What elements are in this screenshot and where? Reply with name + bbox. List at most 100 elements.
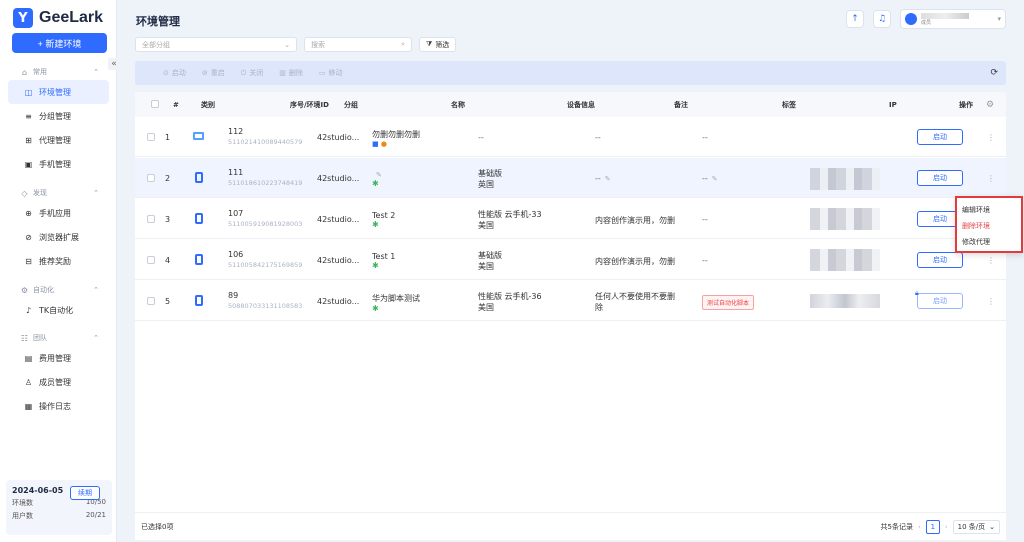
- start-button[interactable]: 启动: [917, 129, 963, 145]
- row-device: --: [478, 133, 484, 142]
- row-checkbox[interactable]: [147, 215, 155, 223]
- row-note: 内容创作演示用，勿删: [595, 257, 675, 266]
- row-env-id[interactable]: 511005919081928003: [228, 220, 302, 228]
- table-row[interactable]: 5 89 508807033131108583 42studio... 华为脚本测…: [135, 281, 1006, 321]
- android-icon: ✱: [372, 304, 379, 313]
- more-icon[interactable]: ⋮: [987, 133, 995, 142]
- row-env-id[interactable]: 511021410089440579: [228, 138, 302, 146]
- row-device: 基础版: [478, 251, 502, 260]
- sidebar-item-tk-automation[interactable]: ♪ TK自动化: [8, 298, 109, 322]
- row-group: 42studio...: [317, 133, 360, 142]
- row-num: 5: [165, 297, 171, 306]
- ip-blurred: [810, 208, 880, 230]
- row-env-id[interactable]: 508807033131108583: [228, 302, 302, 310]
- row-checkbox[interactable]: [147, 174, 155, 182]
- next-page-icon[interactable]: ›: [945, 523, 948, 531]
- more-icon[interactable]: ⋮: [987, 297, 995, 306]
- ip-blurred: [810, 249, 880, 271]
- filter-button[interactable]: ⧩ 筛选: [419, 37, 457, 52]
- phone-icon: [195, 172, 203, 183]
- page-number[interactable]: 1: [925, 519, 940, 534]
- menu-change-proxy[interactable]: 修改代理: [957, 234, 1021, 250]
- members-icon: ♙: [24, 377, 33, 387]
- group-select[interactable]: 全部分组 ⌄: [135, 37, 297, 52]
- group-title[interactable]: ☷ 团队 ⌃: [0, 330, 117, 346]
- sidebar-item-rewards[interactable]: ⊟ 推荐奖励: [8, 249, 109, 273]
- more-icon[interactable]: ⋮: [987, 174, 995, 183]
- chevron-up-icon: ⌃: [93, 334, 99, 342]
- bell-icon[interactable]: ♫: [873, 10, 891, 28]
- automation-icon: ⚙: [20, 285, 29, 295]
- log-icon: ▦: [24, 401, 33, 411]
- sidebar-item-phones[interactable]: ▣ 手机管理: [8, 152, 109, 176]
- edit-icon[interactable]: ✎: [376, 171, 382, 179]
- sidebar-item-apps[interactable]: ⊕ 手机应用: [8, 201, 109, 225]
- select-all-checkbox[interactable]: [151, 99, 159, 108]
- sidebar: Y GeeLark + 新建环境 « ⌂ 常用 ⌃ ◫ 环境管理 ≡ 分组管理 ⊞ 代理管…: [0, 0, 120, 542]
- table-row[interactable]: 3 107 511005919081928003 42studio... Test…: [135, 199, 1006, 239]
- row-name: 华为脚本测试: [372, 294, 420, 303]
- page-size-select[interactable]: 10 条/页 ⌄: [952, 519, 1000, 534]
- row-region: 美国: [478, 303, 494, 312]
- refresh-icon[interactable]: ⟳: [990, 68, 998, 78]
- logo[interactable]: Y GeeLark: [13, 8, 103, 28]
- nav-group-discover: ◇ 发现 ⌃ ⊕ 手机应用 ⊘ 浏览器扩展 ⊟ 推荐奖励: [0, 185, 117, 273]
- table-row[interactable]: 1 112 511021410089440579 42studio... 勿删勿删…: [135, 117, 1006, 157]
- start-button[interactable]: 启动: [917, 252, 963, 268]
- menu-delete-env[interactable]: 删除环境: [957, 218, 1021, 234]
- row-note: --: [595, 133, 601, 142]
- chevron-up-icon: ⌃: [93, 68, 99, 76]
- user-count-row: 用户数 20/21: [12, 511, 106, 520]
- edit-icon[interactable]: ✎: [605, 175, 611, 183]
- pagination: 共5条记录 ‹ 1 › 10 条/页 ⌄: [880, 519, 1000, 534]
- sidebar-item-billing[interactable]: ▤ 费用管理: [8, 346, 109, 370]
- play-icon: ⊙: [163, 69, 169, 77]
- sidebar-item-logs[interactable]: ▦ 操作日志: [8, 394, 109, 418]
- group-title[interactable]: ◇ 发现 ⌃: [0, 185, 117, 201]
- batch-move-button[interactable]: ▭ 移动: [319, 68, 343, 78]
- sidebar-item-groups[interactable]: ≡ 分组管理: [8, 104, 109, 128]
- batch-start-button[interactable]: ⊙ 启动: [163, 68, 186, 78]
- nav-group-automation: ⚙ 自动化 ⌃ ♪ TK自动化: [0, 282, 117, 322]
- chevron-up-icon: ⌃: [93, 189, 99, 197]
- row-env-id[interactable]: 511018610223748419: [228, 179, 302, 187]
- filter-bar: 全部分组 ⌄ 搜索 ⌕ ⧩ 筛选: [135, 37, 457, 52]
- total-records: 共5条记录: [880, 522, 913, 531]
- upload-icon[interactable]: ↑: [846, 10, 864, 28]
- renew-button[interactable]: 续期: [70, 486, 100, 500]
- start-button[interactable]: 启动: [917, 170, 963, 186]
- sidebar-item-env[interactable]: ◫ 环境管理: [8, 80, 109, 104]
- user-menu[interactable]: 成员 ▾: [900, 9, 1006, 29]
- android-icon: ✱: [372, 261, 379, 270]
- table-row[interactable]: 4 106 511005842175169859 42studio... Test…: [135, 240, 1006, 280]
- avatar: [905, 13, 917, 25]
- search-input[interactable]: 搜索 ⌕: [304, 37, 412, 52]
- sidebar-item-members[interactable]: ♙ 成员管理: [8, 370, 109, 394]
- menu-edit-env[interactable]: 编辑环境: [957, 202, 1021, 218]
- row-tag: --: [702, 215, 708, 224]
- row-checkbox[interactable]: [147, 297, 155, 305]
- prev-page-icon[interactable]: ‹: [918, 523, 921, 531]
- column-settings-icon[interactable]: ⚙: [986, 100, 994, 110]
- col-name: 名称: [451, 92, 567, 117]
- new-env-button[interactable]: + 新建环境: [12, 33, 107, 53]
- table-row[interactable]: 2 111 511018610223748419 42studio... ✎ ✱ 基…: [135, 158, 1006, 198]
- row-seq: 106: [228, 250, 244, 259]
- row-checkbox[interactable]: [147, 133, 155, 141]
- batch-delete-button[interactable]: ▥ 删除: [279, 68, 303, 78]
- row-tag: --: [702, 256, 708, 265]
- filter-icon: ⧩: [426, 40, 433, 48]
- sidebar-item-proxy[interactable]: ⊞ 代理管理: [8, 128, 109, 152]
- sidebar-item-extensions[interactable]: ⊘ 浏览器扩展: [8, 225, 109, 249]
- group-title[interactable]: ⚙ 自动化 ⌃: [0, 282, 117, 298]
- row-device: 性能版 云手机-33: [478, 210, 542, 219]
- row-context-menu: 编辑环境 删除环境 修改代理: [955, 196, 1023, 253]
- row-checkbox[interactable]: [147, 256, 155, 264]
- row-env-id[interactable]: 511005842175169859: [228, 261, 302, 269]
- group-title[interactable]: ⌂ 常用 ⌃: [0, 64, 117, 80]
- start-button[interactable]: 🔒︎ 启动: [915, 289, 963, 309]
- edit-icon[interactable]: ✎: [712, 175, 718, 183]
- batch-close-button[interactable]: ⏻ 关闭: [241, 68, 264, 78]
- more-icon[interactable]: ⋮: [987, 256, 995, 265]
- batch-restart-button[interactable]: ⊘ 重启: [202, 68, 225, 78]
